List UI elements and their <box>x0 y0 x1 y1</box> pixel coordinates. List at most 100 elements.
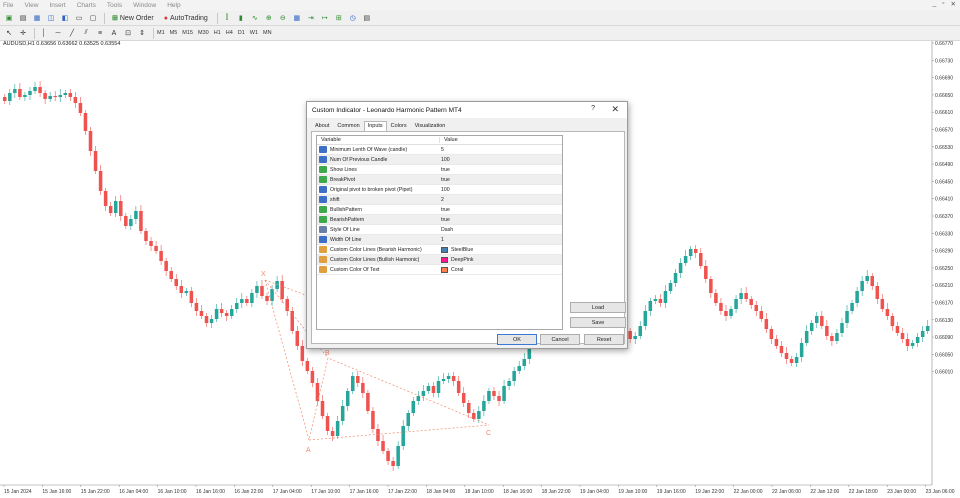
table-row[interactable]: Width Of Line 1 <box>317 235 562 245</box>
candle-body <box>129 219 133 226</box>
value-cell[interactable]: true <box>439 207 562 213</box>
candlestick-icon[interactable]: ▮ <box>235 12 247 24</box>
bar-chart-icon[interactable]: ⫿ <box>221 12 233 24</box>
menu-view[interactable]: View <box>24 2 38 9</box>
menu-file[interactable]: File <box>3 2 13 9</box>
value-cell[interactable]: true <box>439 177 562 183</box>
timeframe-h4[interactable]: H4 <box>226 30 233 36</box>
restore-icon[interactable]: ▫ <box>942 0 944 8</box>
table-row[interactable]: BreakPivot true <box>317 175 562 185</box>
x-tick-label: 19 Jan 22:00 <box>695 489 724 495</box>
auto-scroll-icon[interactable]: ↦ <box>319 12 331 24</box>
timeframe-m1[interactable]: M1 <box>157 30 165 36</box>
templates-icon[interactable]: ▤ <box>361 12 373 24</box>
minimize-icon[interactable]: _ <box>933 0 937 8</box>
table-row[interactable]: shift 2 <box>317 195 562 205</box>
tile-windows-icon[interactable]: ▦ <box>291 12 303 24</box>
reset-button[interactable]: Reset <box>584 334 624 345</box>
save-button[interactable]: Save <box>570 317 626 328</box>
table-row[interactable]: Custom Color Lines (Bearish Harmonic) Ste… <box>317 245 562 255</box>
table-row[interactable]: Num Of Previous Candle 100 <box>317 155 562 165</box>
timeframe-m30[interactable]: M30 <box>198 30 209 36</box>
load-button[interactable]: Load <box>570 302 626 313</box>
table-row[interactable]: Custom Color Lines (Bullish Harmonic) Dee… <box>317 255 562 265</box>
value-cell[interactable]: Coral <box>439 266 562 273</box>
candle-body <box>492 391 496 396</box>
profiles-icon[interactable]: ▤ <box>17 12 29 24</box>
value-cell[interactable]: 1 <box>439 237 562 243</box>
data-window-icon[interactable]: ◫ <box>45 12 57 24</box>
inputs-table: Variable Value Minimum Lenth Of Wave (ca… <box>316 135 563 330</box>
value-cell[interactable]: 100 <box>439 187 562 193</box>
new-chart-icon[interactable]: ▣ <box>3 12 15 24</box>
variable-value: DeepPink <box>451 256 474 263</box>
autotrading-button[interactable]: ● AutoTrading <box>160 12 212 24</box>
navigator-icon[interactable]: ◧ <box>59 12 71 24</box>
help-icon[interactable]: ? <box>591 105 595 112</box>
variable-cell: Width Of Line <box>317 236 439 243</box>
candle-body <box>401 426 405 446</box>
timeframe-m15[interactable]: M15 <box>182 30 193 36</box>
value-cell[interactable]: 100 <box>439 157 562 163</box>
market-watch-icon[interactable]: ▦ <box>31 12 43 24</box>
candle-body <box>235 303 239 309</box>
horizontal-line-icon[interactable]: ─ <box>52 27 64 39</box>
candle-body <box>174 279 179 286</box>
new-order-button[interactable]: ⊞ New Order <box>108 12 158 24</box>
text-icon[interactable]: A <box>108 27 120 39</box>
value-cell[interactable]: 2 <box>439 197 562 203</box>
table-row[interactable]: BearishPattern true <box>317 215 562 225</box>
timeframe-mn[interactable]: MN <box>263 30 272 36</box>
arrows-icon[interactable]: ⇕ <box>136 27 148 39</box>
candle-body <box>63 93 68 95</box>
x-tick-label: 23 Jan 00:00 <box>887 489 916 495</box>
trendline-icon[interactable]: ╱ <box>66 27 78 39</box>
timeframe-m5[interactable]: M5 <box>170 30 178 36</box>
candle-body <box>825 326 829 336</box>
zoom-out-icon[interactable]: ⊖ <box>277 12 289 24</box>
value-cell[interactable]: SteelBlue <box>439 246 562 253</box>
label-icon[interactable]: ⊡ <box>122 27 134 39</box>
variable-value: true <box>441 176 450 183</box>
value-cell[interactable]: true <box>439 217 562 223</box>
terminal-icon[interactable]: ▭ <box>73 12 85 24</box>
line-chart-icon[interactable]: ∿ <box>249 12 261 24</box>
menu-window[interactable]: Window <box>133 2 156 9</box>
cancel-button[interactable]: Cancel <box>540 334 580 345</box>
close-icon[interactable]: ✕ <box>951 0 956 8</box>
menu-help[interactable]: Help <box>167 2 180 9</box>
strategy-tester-icon[interactable]: ▢ <box>87 12 99 24</box>
timeframe-d1[interactable]: D1 <box>238 30 245 36</box>
close-icon[interactable]: ✕ <box>611 104 619 115</box>
zoom-in-icon[interactable]: ⊕ <box>263 12 275 24</box>
table-row[interactable]: Original pivot to broken pivot (Pipet) 10… <box>317 185 562 195</box>
channel-icon[interactable]: ⫽ <box>80 27 92 39</box>
x-tick-label: 16 Jan 04:00 <box>119 489 148 495</box>
candle-body <box>204 316 209 323</box>
table-row[interactable]: Style Of Line Dash <box>317 225 562 235</box>
table-row[interactable]: Show Lines true <box>317 165 562 175</box>
table-row[interactable]: BullishPattern true <box>317 205 562 215</box>
candle-body <box>870 276 875 286</box>
fibonacci-icon[interactable]: ≡ <box>94 27 106 39</box>
menu-charts[interactable]: Charts <box>77 2 96 9</box>
toolbar-divider <box>104 12 105 24</box>
indicators-icon[interactable]: ⊞ <box>333 12 345 24</box>
vertical-line-icon[interactable]: │ <box>38 27 50 39</box>
periods-icon[interactable]: ◷ <box>347 12 359 24</box>
value-cell[interactable]: DeepPink <box>439 256 562 263</box>
crosshair-icon[interactable]: ✛ <box>17 27 29 39</box>
value-cell[interactable]: true <box>439 167 562 173</box>
ok-button[interactable]: OK <box>497 334 537 345</box>
menu-insert[interactable]: Insert <box>49 2 65 9</box>
value-cell[interactable]: Dash <box>439 227 562 233</box>
value-cell[interactable]: 5 <box>439 147 562 153</box>
menu-tools[interactable]: Tools <box>107 2 122 9</box>
chart-shift-icon[interactable]: ⇥ <box>305 12 317 24</box>
timeframe-h1[interactable]: H1 <box>214 30 221 36</box>
table-row[interactable]: Custom Color Of Text Coral <box>317 265 562 275</box>
cursor-icon[interactable]: ↖ <box>3 27 15 39</box>
enum-type-icon <box>319 226 327 233</box>
timeframe-w1[interactable]: W1 <box>250 30 258 36</box>
table-row[interactable]: Minimum Lenth Of Wave (candle) 5 <box>317 145 562 155</box>
